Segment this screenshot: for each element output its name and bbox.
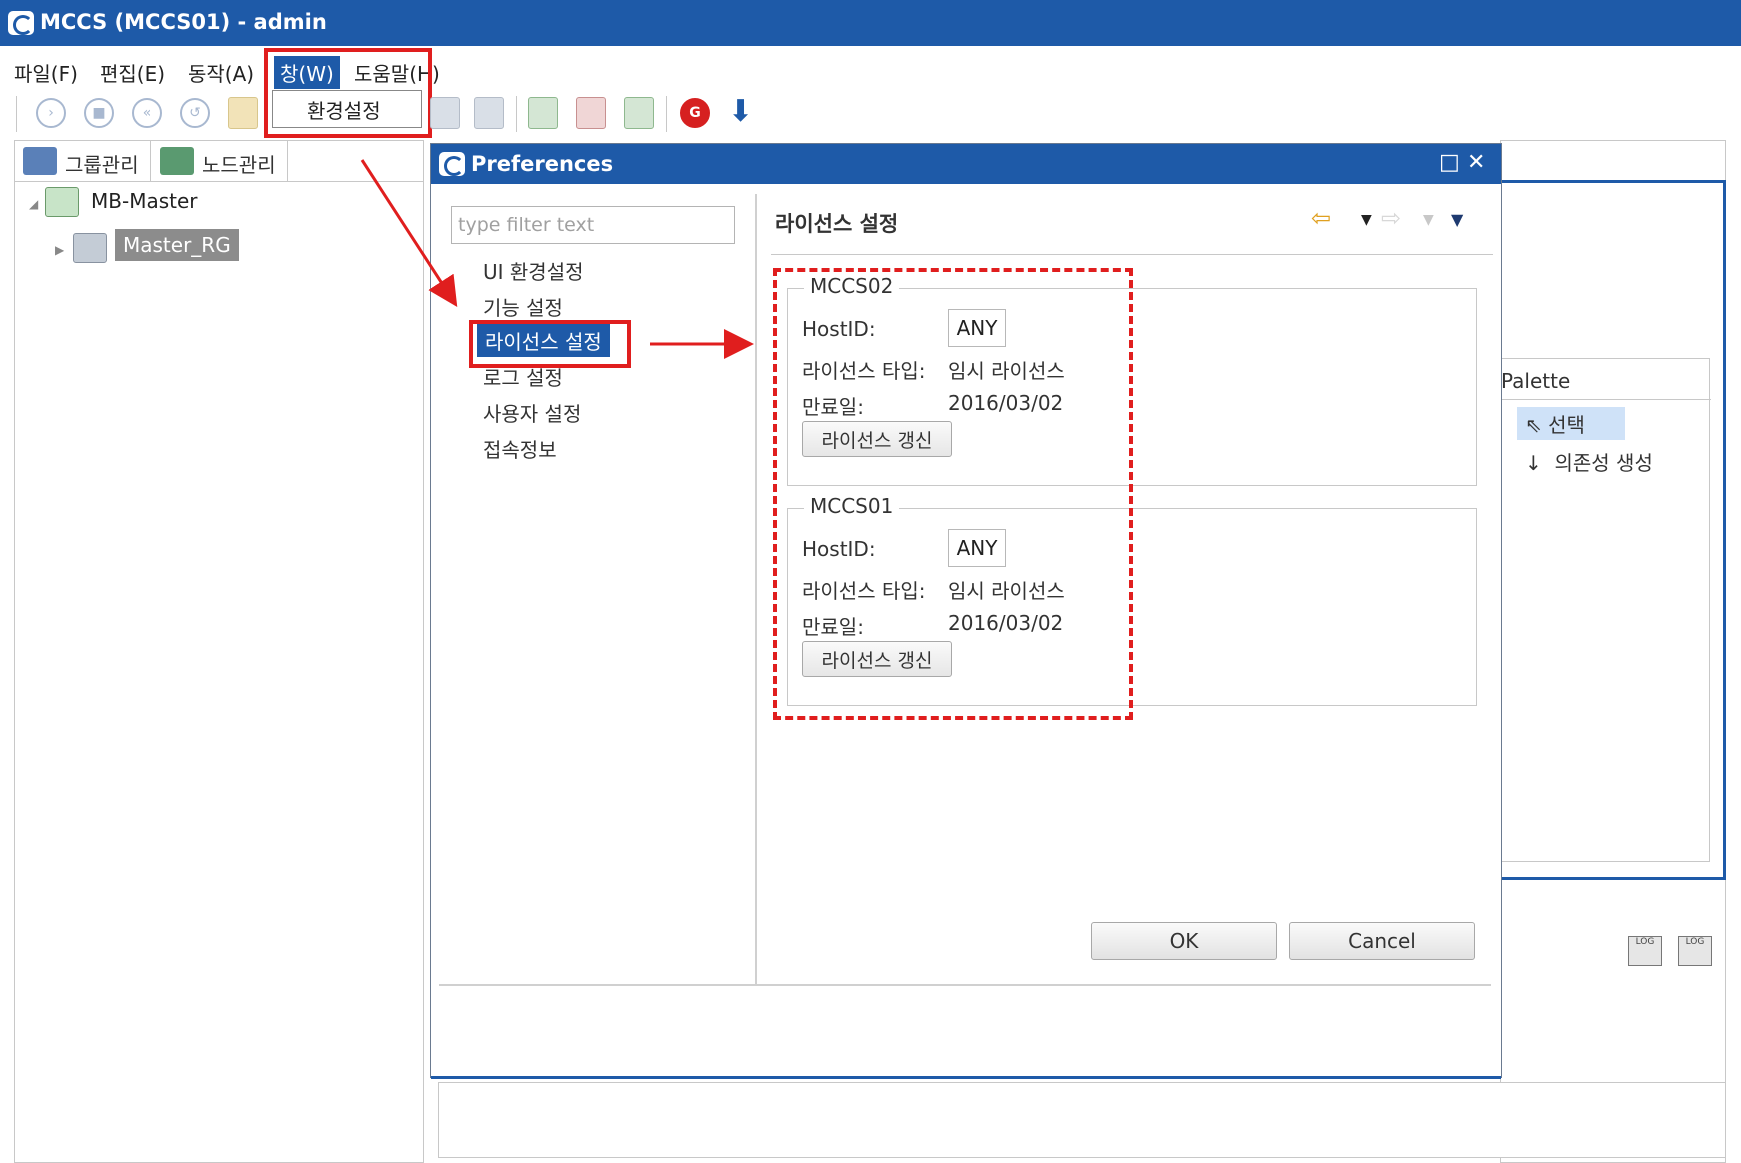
annotation-arrows: [360, 159, 754, 359]
arrow-menu-to-nav: [360, 159, 458, 308]
